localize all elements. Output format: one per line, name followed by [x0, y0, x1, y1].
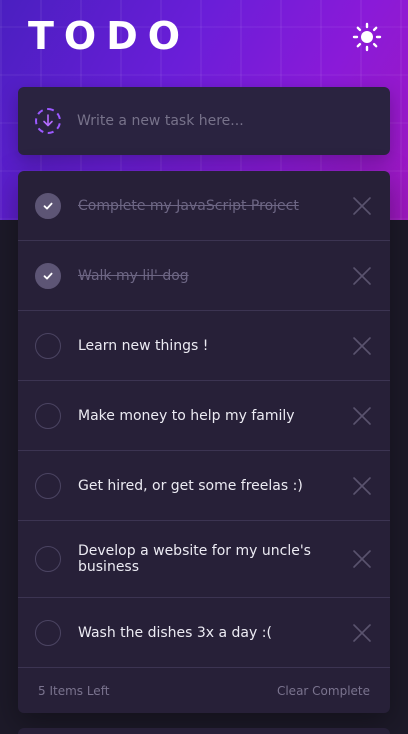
task-text: Develop a website for my uncle's busines…	[78, 543, 311, 575]
sun-icon[interactable]	[352, 22, 382, 52]
completed-checkbox[interactable]	[35, 262, 61, 289]
close-icon[interactable]	[352, 196, 372, 216]
clear-complete-button[interactable]: Clear Complete	[277, 684, 370, 698]
task-list: Complete my JavaScript Project Walk my l…	[18, 171, 390, 713]
close-icon[interactable]	[352, 623, 372, 643]
check-icon	[43, 202, 53, 210]
close-icon[interactable]	[352, 336, 372, 356]
items-left-count: 5 Items Left	[38, 683, 110, 698]
new-task-bar	[18, 87, 390, 155]
task-checkbox[interactable]	[35, 402, 61, 429]
task-item[interactable]: Make money to help my family	[18, 381, 390, 451]
task-item[interactable]: Complete my JavaScript Project	[18, 171, 390, 241]
task-text: Learn new things !	[78, 337, 209, 354]
task-text: Complete my JavaScript Project	[78, 197, 299, 214]
task-checkbox[interactable]	[35, 332, 61, 359]
task-item[interactable]: Walk my lil' dog	[18, 241, 390, 311]
task-text: Get hired, or get some freelas :)	[78, 477, 303, 494]
close-icon[interactable]	[352, 266, 372, 286]
task-text: Walk my lil' dog	[78, 267, 189, 284]
task-item[interactable]: Get hired, or get some freelas :)	[18, 451, 390, 521]
filter-bar	[18, 728, 390, 734]
add-task-icon[interactable]	[35, 108, 61, 134]
close-icon[interactable]	[352, 406, 372, 426]
task-text: Wash the dishes 3x a day :(	[78, 624, 272, 641]
task-checkbox[interactable]	[35, 472, 61, 499]
task-item[interactable]: Learn new things !	[18, 311, 390, 381]
task-item[interactable]: Develop a website for my uncle's busines…	[18, 521, 390, 598]
task-item[interactable]: Wash the dishes 3x a day :(	[18, 598, 390, 668]
completed-checkbox[interactable]	[35, 192, 61, 219]
list-footer: 5 Items Left Clear Complete	[18, 668, 390, 713]
check-icon	[43, 272, 53, 280]
app-title: TODO	[28, 14, 191, 58]
close-icon[interactable]	[352, 476, 372, 496]
task-text: Make money to help my family	[78, 407, 295, 424]
task-checkbox[interactable]	[35, 546, 61, 572]
task-checkbox[interactable]	[35, 619, 61, 646]
new-task-input[interactable]	[77, 113, 347, 129]
close-icon[interactable]	[352, 549, 372, 569]
